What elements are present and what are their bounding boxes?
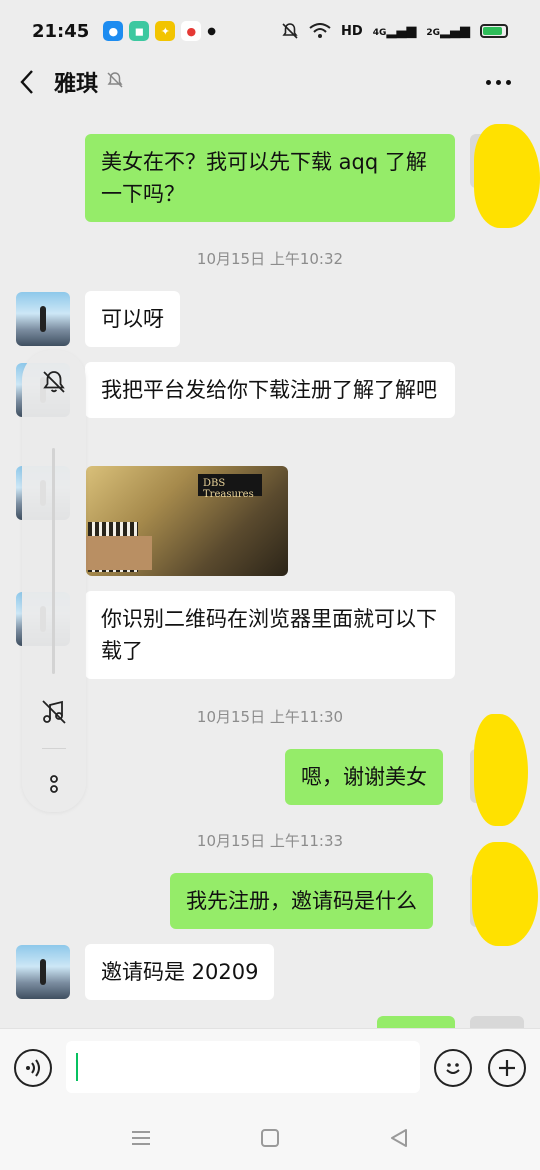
emoji-button[interactable] [434,1049,472,1087]
status-bar: 21:45 ● ◼ ✦ ● ● HD 4G▂▄▆ 2G▂▄▆ [0,0,540,62]
menu-icon [132,1131,150,1145]
status-app-icons: ● ◼ ✦ ● ● [103,21,216,41]
wifi-icon [309,23,331,38]
battery-fill [483,27,503,35]
image-message[interactable]: DBS Treasures [86,466,288,576]
signal-2: 2G▂▄▆ [426,23,470,39]
more-options-button[interactable] [478,62,518,102]
chat-title[interactable]: 雅琪 [54,66,98,98]
image-logo: DBS Treasures [198,474,262,500]
status-time: 21:45 [32,20,90,42]
plus-icon [499,1060,515,1076]
text-cursor [76,1053,78,1081]
message-outgoing[interactable]: 美女在不？我可以先下载 aqq 了解一下吗？ [85,134,455,222]
side-panel-mute-button[interactable] [22,354,86,410]
redaction-scribble [474,124,540,228]
network-type: HD [341,23,363,39]
chat-header: 雅琪 [0,62,540,102]
qq-icon: ● [103,21,124,41]
message-incoming[interactable]: 我把平台发给你下载注册了解了解吧 [85,362,455,418]
signal-1-label: 4G [372,27,387,38]
nav-back-button[interactable] [384,1126,414,1150]
home-square-icon [261,1129,279,1147]
music-off-icon [42,700,66,724]
message-outgoing[interactable]: 嗯，谢谢美女 [285,749,443,805]
message-outgoing[interactable]: 我先注册，邀请码是什么 [170,873,433,929]
more-dot [505,79,511,85]
message-input[interactable] [66,1041,420,1093]
side-panel-divider [42,748,66,749]
message-timestamp: 10月15日 上午10:32 [196,250,344,268]
redaction-scribble [474,714,528,826]
plus-button[interactable] [488,1049,526,1087]
message-incoming[interactable]: 你识别二维码在浏览器里面就可以下载了 [85,591,455,679]
mute-icon [282,23,298,39]
battery-icon [480,24,508,38]
message-bubble[interactable]: 我先注册，邀请码是什么 [170,873,433,929]
message-bubble-partial[interactable] [377,1016,455,1028]
voice-icon [26,1059,40,1077]
side-panel-more-button[interactable] [22,756,86,812]
system-nav-bar [0,1106,540,1170]
signal-2-label: 2G [426,27,440,38]
nav-home-button[interactable] [255,1126,285,1150]
message-bubble[interactable]: 邀请码是 20209 [85,944,275,1000]
status-system-icons: HD 4G▂▄▆ 2G▂▄▆ [281,22,508,40]
signal-1: 4G▂▄▆ [372,23,417,39]
message-bubble[interactable]: 嗯，谢谢美女 [285,749,443,805]
message-incoming[interactable]: 邀请码是 20209 [85,944,275,1000]
bell-off-icon [43,371,65,393]
avatar[interactable] [16,945,70,999]
more-dot [495,79,501,85]
more-dot [485,79,491,85]
message-bubble[interactable]: 我把平台发给你下载注册了解了解吧 [85,362,455,418]
more-vertical-icon [50,775,58,793]
fuel-icon: ✦ [155,21,176,41]
bell-off-icon [106,71,124,93]
input-bar [0,1028,540,1106]
dot-icon: ● [207,25,217,37]
message-timestamp: 10月15日 上午11:33 [196,832,344,850]
side-panel-music-button[interactable] [22,684,86,740]
voice-button[interactable] [14,1049,52,1087]
chevron-left-icon [20,70,33,94]
side-panel-slider-track[interactable] [52,448,55,674]
floating-side-panel[interactable] [22,350,86,812]
app-icon: ◼ [129,21,150,41]
back-button[interactable] [0,62,54,102]
avatar[interactable] [470,1016,524,1028]
nav-menu-button[interactable] [126,1126,156,1150]
message-bubble[interactable]: 你识别二维码在浏览器里面就可以下载了 [85,591,455,679]
redaction-block [86,536,152,570]
message-incoming[interactable]: 可以呀 [85,291,180,347]
emoji-icon [446,1063,460,1074]
message-bubble[interactable]: 可以呀 [85,291,180,347]
avatar[interactable] [16,292,70,346]
map-pin-icon: ● [181,21,202,41]
back-triangle-icon [391,1129,407,1147]
message-bubble[interactable]: 美女在不？我可以先下载 aqq 了解一下吗？ [85,134,455,222]
redaction-scribble [472,842,538,946]
